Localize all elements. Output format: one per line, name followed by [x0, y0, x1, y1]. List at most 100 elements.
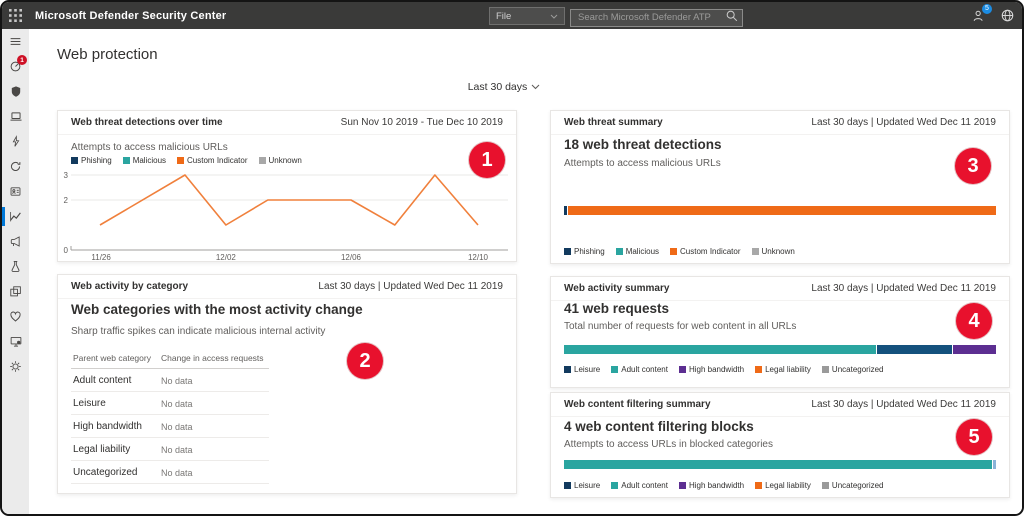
sidebar-item-automated-investigations[interactable] [2, 154, 29, 179]
legend-item: Uncategorized [822, 365, 884, 374]
callout-2: 2 [347, 343, 383, 379]
legend-item: High bandwidth [679, 481, 744, 490]
table-row: LeisureNo data [71, 392, 269, 415]
x-tick-label: 12/02 [216, 253, 237, 262]
legend-label: Custom Indicator [187, 156, 247, 165]
card-updated: Last 30 days | Updated Wed Dec 11 2019 [811, 399, 996, 410]
card-header: Web activity by category Last 30 days | … [58, 275, 516, 299]
waffle-menu-icon[interactable] [2, 2, 29, 29]
chart-legend: PhishingMaliciousCustom IndicatorUnknown [564, 247, 795, 256]
threat-line-chart: 32011/2612/0212/0612/10 [61, 167, 511, 262]
legend-label: Legal liability [765, 365, 811, 374]
card-title: Web threat detections over time [71, 117, 223, 128]
legend-label: Malicious [133, 156, 166, 165]
x-tick-label: 12/06 [341, 253, 362, 262]
table-row: UncategorizedNo data [71, 461, 269, 484]
callout-4: 4 [956, 303, 992, 339]
card-title: Web content filtering summary [564, 399, 711, 410]
legend-item: Custom Indicator [670, 247, 740, 256]
legend-swatch [670, 248, 677, 255]
monitor-gear-icon [9, 335, 23, 348]
sidebar-item-menu[interactable] [2, 29, 29, 54]
bar-segment-adult-content [564, 460, 992, 469]
card-updated: Last 30 days | Updated Wed Dec 11 2019 [318, 281, 503, 292]
left-nav: 1 [2, 29, 29, 514]
sidebar-item-simulations-tutorials[interactable] [2, 229, 29, 254]
legend-item: Adult content [611, 481, 668, 490]
category-cell: High bandwidth [71, 415, 159, 438]
y-tick-label: 2 [64, 196, 69, 205]
laptop-icon [9, 110, 23, 123]
bar-segment [993, 460, 996, 469]
bar-segment-leisure [877, 345, 952, 354]
search-icon[interactable] [725, 9, 739, 23]
callout-5: 5 [956, 419, 992, 455]
sidebar-item-partners-apis[interactable] [2, 279, 29, 304]
card-subtitle: Total number of requests for web content… [564, 321, 796, 332]
period-selector-label: Last 30 days [468, 81, 528, 93]
sidebar-item-alerts-queue[interactable] [2, 129, 29, 154]
legend-item: Leisure [564, 365, 600, 374]
legend-item: Phishing [71, 156, 112, 165]
bar-segment-phishing [564, 206, 567, 215]
chart-legend: Leisure Adult content High bandwidth Legal … [564, 365, 884, 374]
sidebar-item-service-health[interactable] [2, 304, 29, 329]
bar-segment-adult-content [564, 345, 876, 354]
x-tick-label: 11/26 [91, 253, 111, 262]
sidebar-item-machines-list[interactable] [2, 104, 29, 129]
card-web-threat-summary: Web threat summary Last 30 days | Update… [550, 110, 1010, 264]
card-web-threat-detections-over-time: Web threat detections over time Sun Nov … [57, 110, 517, 262]
value-cell: No data [159, 369, 269, 392]
sidebar-item-advanced-hunting[interactable] [2, 179, 29, 204]
legend-label: Unknown [762, 247, 795, 256]
sidebar-item-settings[interactable] [2, 354, 29, 379]
legend-swatch [177, 157, 184, 164]
gear-icon [9, 360, 22, 373]
legend-swatch [611, 482, 618, 489]
card-title: Web activity by category [71, 281, 188, 292]
legend-label: Malicious [626, 247, 659, 256]
sidebar-item-security-operations[interactable] [2, 79, 29, 104]
period-selector[interactable]: Last 30 days [449, 81, 559, 93]
legend-swatch [822, 482, 829, 489]
sidebar-item-dashboard[interactable]: 1 [2, 54, 29, 79]
legend-label: Uncategorized [832, 365, 884, 374]
megaphone-icon [9, 235, 22, 248]
legend-label: Adult content [621, 365, 668, 374]
y-tick-label: 3 [64, 171, 69, 180]
card-subtitle: Attempts to access malicious URLs [564, 158, 721, 169]
card-title: Web activity summary [564, 283, 669, 294]
sidebar-item-evaluation-lab[interactable] [2, 254, 29, 279]
card-date-range: Sun Nov 10 2019 - Tue Dec 10 2019 [341, 117, 503, 128]
category-cell: Legal liability [71, 438, 159, 461]
chevron-down-icon [531, 84, 540, 90]
legend-swatch [611, 366, 618, 373]
legend-swatch [822, 366, 829, 373]
chart-legend: Phishing Malicious Custom Indicator Unknown [71, 156, 302, 165]
legend-swatch [564, 366, 571, 373]
file-dropdown[interactable]: File [489, 7, 565, 25]
card-headline: 4 web content filtering blocks [564, 419, 754, 434]
search-input[interactable] [570, 9, 743, 27]
card-header: Web threat detections over time Sun Nov … [58, 111, 516, 135]
sidebar-item-configuration-management[interactable] [2, 329, 29, 354]
table-header-cell: Change in access requests [159, 347, 269, 369]
community-button[interactable] [998, 7, 1016, 25]
activity-summary-bar [564, 345, 996, 354]
card-headline: 41 web requests [564, 301, 669, 316]
feedback-button[interactable]: 5 [970, 7, 988, 25]
table-row: Legal liabilityNo data [71, 438, 269, 461]
table-row: Adult contentNo data [71, 369, 269, 392]
legend-item: Unknown [259, 156, 302, 165]
topbar-actions: 5 [970, 2, 1016, 29]
bar-segment-custom-indicator [568, 206, 996, 215]
threat-summary-bar [564, 206, 996, 215]
automation-icon [9, 160, 22, 173]
table-header-cell: Parent web category [71, 347, 159, 369]
legend-item: High bandwidth [679, 365, 744, 374]
top-bar: Microsoft Defender Security Center File … [2, 2, 1022, 29]
sidebar-item-reports[interactable] [2, 204, 29, 229]
shield-icon [10, 85, 22, 98]
card-header: Web threat summary Last 30 days | Update… [551, 111, 1009, 135]
card-subtitle: Attempts to access malicious URLs [71, 142, 228, 153]
